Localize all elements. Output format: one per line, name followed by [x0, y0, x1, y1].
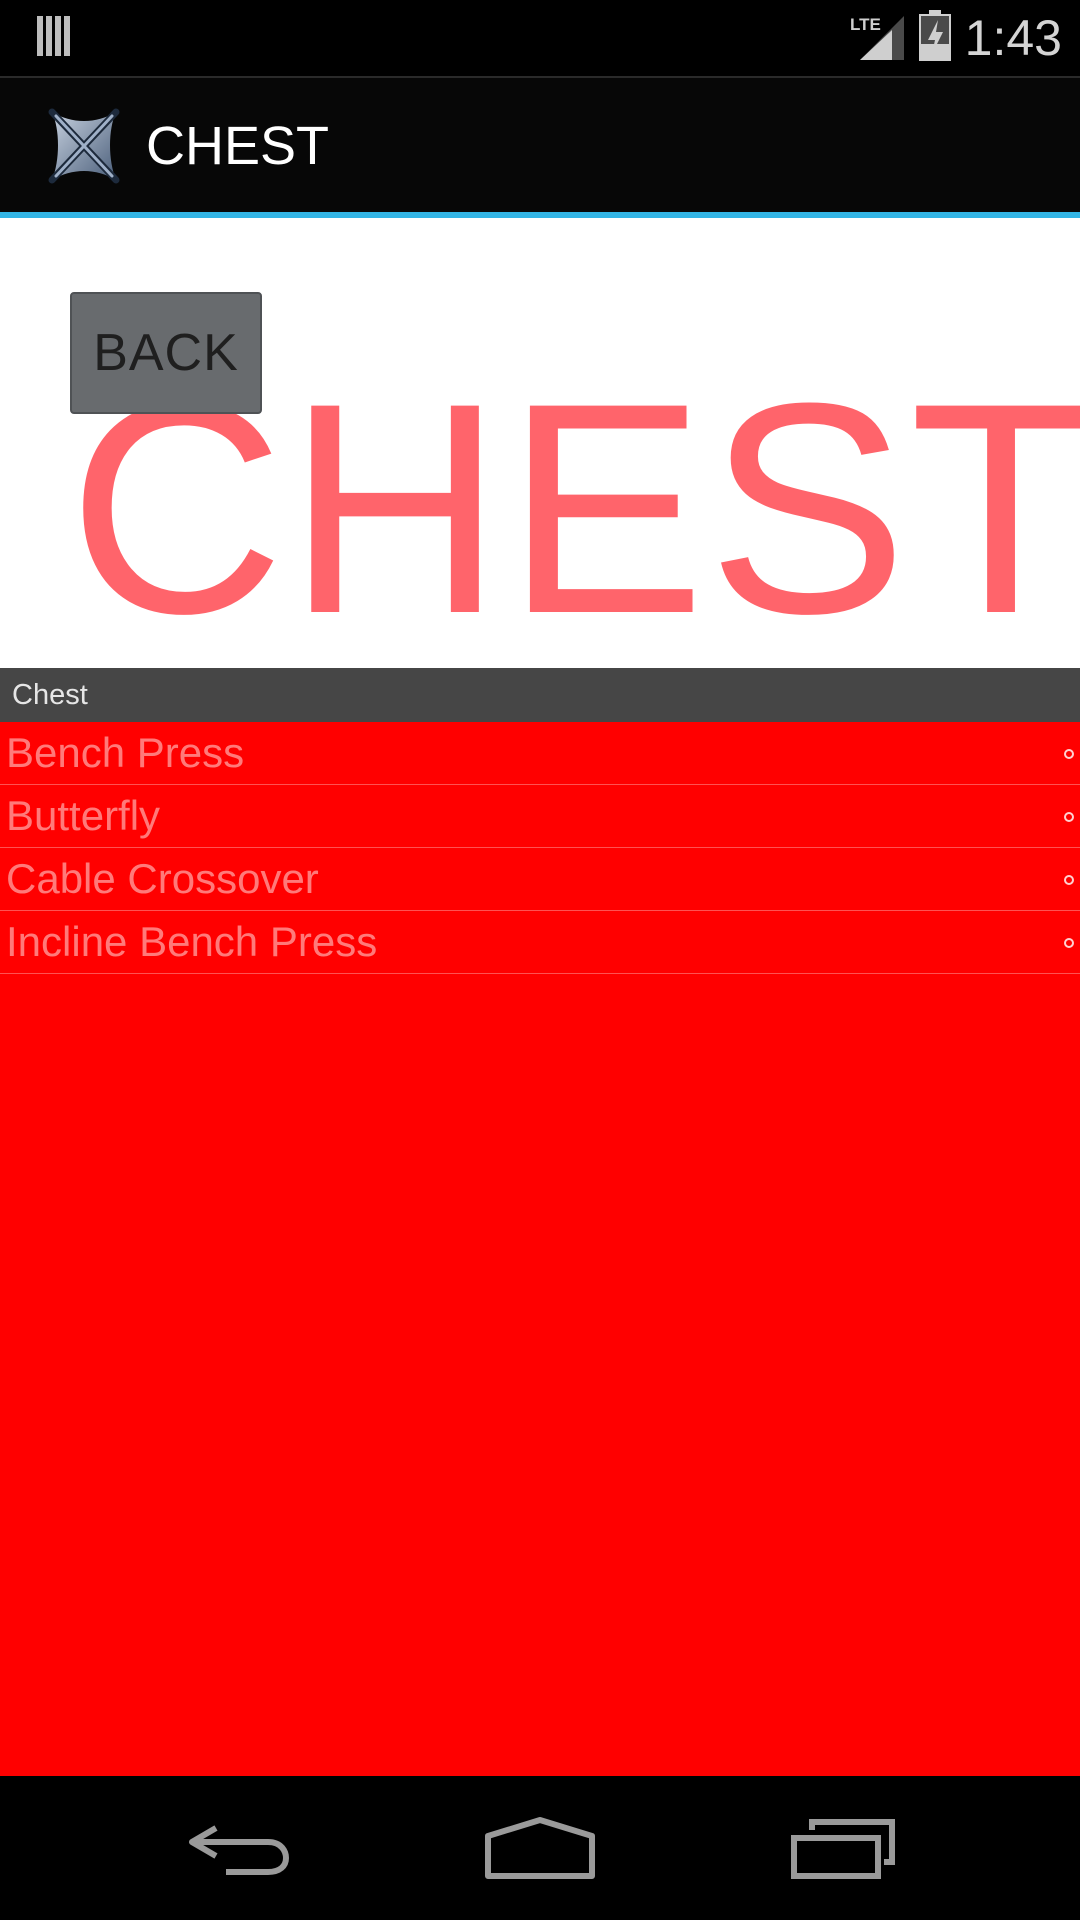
list-item-indicator-icon	[1064, 875, 1074, 885]
list-item-label: Bench Press	[6, 729, 245, 776]
exercise-list: Bench Press Butterfly Cable Crossover In…	[0, 722, 1080, 1776]
list-item-cable-crossover[interactable]: Cable Crossover	[0, 848, 1080, 911]
list-item-indicator-icon	[1064, 749, 1074, 759]
list-item-label: Butterfly	[6, 792, 161, 839]
back-nav-icon[interactable]	[186, 1816, 292, 1880]
list-item-incline-bench-press[interactable]: Incline Bench Press	[0, 911, 1080, 974]
list-item-bench-press[interactable]: Bench Press	[0, 722, 1080, 785]
list-item-label: Incline Bench Press	[6, 918, 378, 965]
signal-icon: LTE	[850, 15, 904, 60]
section-header: Chest	[0, 668, 1080, 722]
action-bar: CHEST	[0, 76, 1080, 214]
list-item-indicator-icon	[1064, 938, 1074, 948]
list-item-label: Cable Crossover	[6, 855, 319, 902]
lte-label: LTE	[850, 15, 881, 34]
back-button[interactable]: BACK	[70, 292, 262, 414]
home-nav-icon[interactable]	[484, 1816, 596, 1880]
header-area: CHEST BACK	[0, 218, 1080, 668]
navigation-bar	[0, 1776, 1080, 1920]
app-logo-icon[interactable]	[42, 104, 126, 188]
list-item-indicator-icon	[1064, 812, 1074, 822]
list-item-butterfly[interactable]: Butterfly	[0, 785, 1080, 848]
status-bar: LTE 1:43	[0, 0, 1080, 76]
app-screen: LTE 1:43 CHEST CHEST BACK Chest Bench Pr…	[0, 0, 1080, 1920]
recents-nav-icon[interactable]	[790, 1816, 896, 1880]
status-clock: 1:43	[964, 10, 1062, 66]
action-bar-title: CHEST	[146, 116, 330, 176]
notification-icon	[37, 16, 70, 56]
battery-charging-icon	[919, 10, 951, 61]
